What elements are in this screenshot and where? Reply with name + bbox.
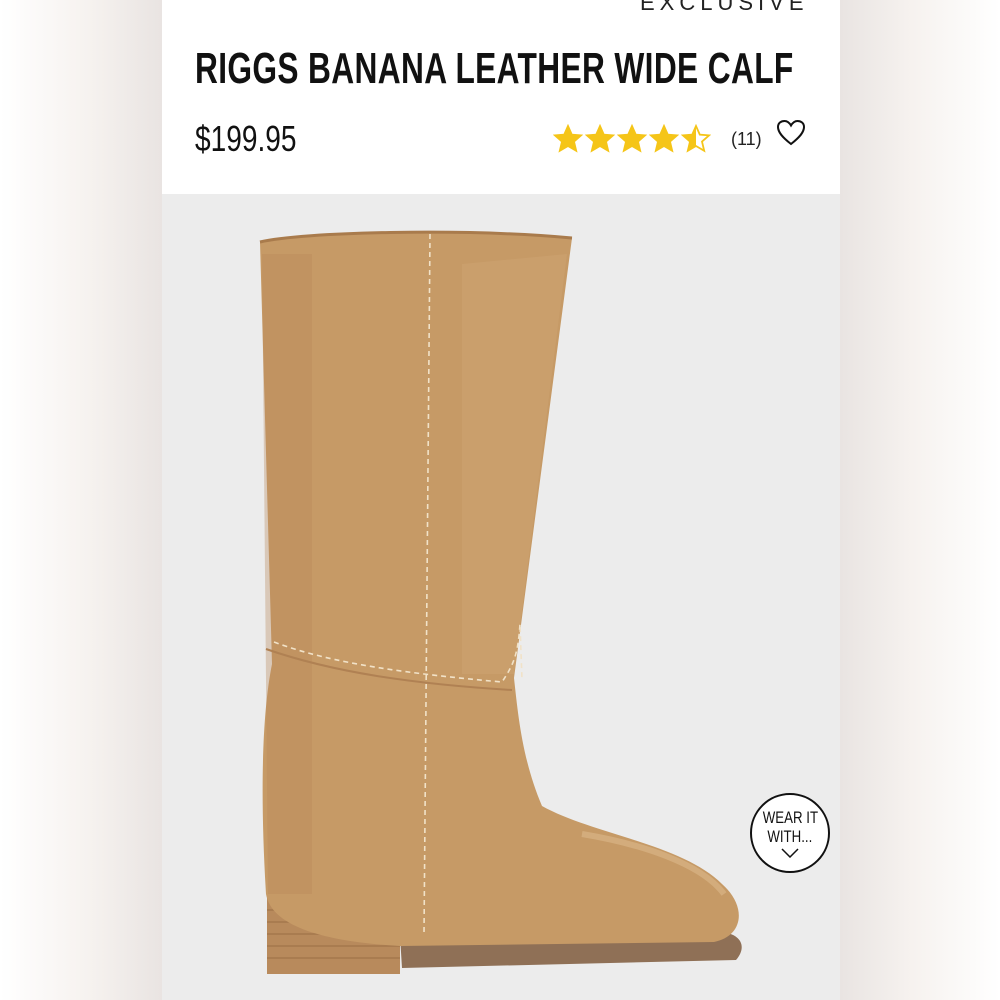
chevron-down-icon xyxy=(781,848,799,858)
right-blur-margin xyxy=(840,0,1000,1000)
star-icon xyxy=(617,124,647,153)
star-icon xyxy=(585,124,615,153)
left-blur-margin xyxy=(0,0,162,1000)
star-icon xyxy=(553,124,583,153)
product-panel: EXCLUSIVE RIGGS BANANA LEATHER WIDE CALF… xyxy=(162,0,840,1000)
heart-outline-icon xyxy=(776,119,806,146)
product-header: EXCLUSIVE RIGGS BANANA LEATHER WIDE CALF… xyxy=(162,0,840,194)
product-price: $199.95 xyxy=(195,118,297,159)
product-title: RIGGS BANANA LEATHER WIDE CALF xyxy=(195,44,794,93)
product-image xyxy=(162,194,840,1000)
star-icon xyxy=(649,124,679,153)
wishlist-button[interactable] xyxy=(774,116,808,150)
product-rating[interactable]: (11) xyxy=(553,121,762,157)
rating-stars xyxy=(553,124,713,154)
exclusive-badge: EXCLUSIVE xyxy=(640,0,809,15)
wear-it-line2: WITH... xyxy=(767,827,813,846)
wear-it-line1: WEAR IT xyxy=(762,808,818,827)
star-icon xyxy=(681,124,711,153)
wear-it-with-button[interactable]: WEAR IT WITH... xyxy=(750,793,830,873)
review-count[interactable]: (11) xyxy=(731,129,762,150)
